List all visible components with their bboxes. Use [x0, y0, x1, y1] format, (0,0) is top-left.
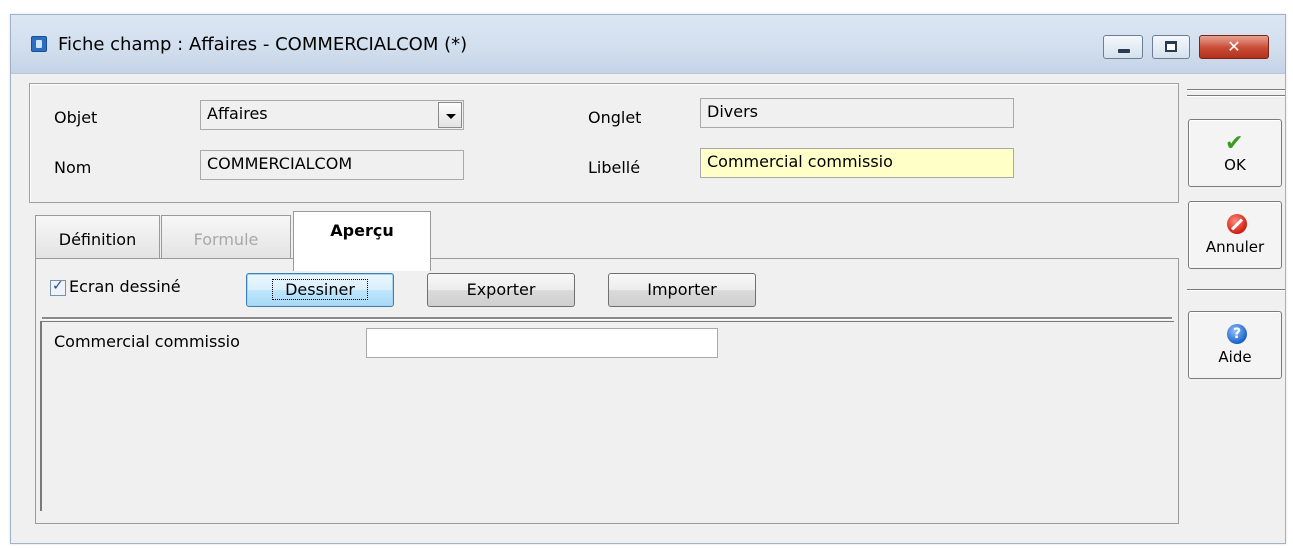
libelle-value: Commercial commissio [707, 152, 893, 171]
side-divider-middle [1187, 289, 1285, 291]
tab-apercu[interactable]: Aperçu [293, 211, 431, 271]
side-divider-top [1187, 89, 1285, 91]
aide-button[interactable]: ? Aide [1188, 311, 1282, 379]
checkbox-box[interactable]: ✓ [50, 278, 66, 296]
annuler-button[interactable]: Annuler [1188, 201, 1282, 269]
dessiner-button[interactable]: Dessiner [246, 273, 394, 307]
preview-field-input[interactable] [366, 328, 718, 358]
app-icon [31, 36, 47, 52]
exporter-button[interactable]: Exporter [427, 273, 575, 307]
field-properties-panel: Objet Affaires Onglet Divers Nom COMMERC… [29, 83, 1179, 203]
minimize-button[interactable] [1103, 35, 1143, 59]
preview-area: Commercial commissio [40, 321, 1174, 511]
importer-button[interactable]: Importer [608, 273, 756, 307]
minimize-icon [1118, 49, 1130, 53]
libelle-label: Libellé [588, 158, 641, 177]
dessiner-label: Dessiner [272, 279, 368, 300]
onglet-label: Onglet [588, 108, 642, 127]
checkbox-label: Ecran dessiné [69, 277, 181, 296]
stop-icon [1227, 214, 1247, 234]
nom-label: Nom [54, 158, 92, 177]
tab-definition[interactable]: Définition [35, 215, 160, 259]
maximize-icon [1165, 41, 1177, 52]
annuler-label: Annuler [1205, 238, 1265, 256]
nom-field[interactable]: COMMERCIALCOM [200, 150, 464, 180]
libelle-field[interactable]: Commercial commissio [700, 148, 1014, 178]
toolbar-divider [42, 317, 1172, 320]
close-button[interactable]: ✕ [1199, 35, 1269, 59]
tab-formule: Formule [161, 215, 291, 259]
apercu-tab-panel: ✓ Ecran dessiné Dessiner Exporter Import… [35, 258, 1179, 524]
title-bar[interactable]: Fiche champ : Affaires - COMMERCIALCOM (… [11, 15, 1285, 74]
objet-label: Objet [54, 108, 98, 127]
maximize-button[interactable] [1152, 35, 1190, 59]
checkmark-icon: ✔ [1225, 131, 1244, 156]
help-icon: ? [1227, 324, 1247, 344]
objet-value: Affaires [207, 104, 268, 123]
checkmark-icon: ✓ [52, 278, 64, 294]
objet-dropdown[interactable]: Affaires [200, 100, 464, 130]
close-icon: ✕ [1227, 37, 1241, 56]
onglet-field[interactable]: Divers [700, 98, 1014, 128]
side-divider-top-2 [1187, 95, 1285, 97]
chevron-down-icon[interactable] [438, 102, 462, 128]
ok-button[interactable]: ✔ OK [1188, 119, 1282, 187]
preview-field-label: Commercial commissio [54, 332, 240, 351]
nom-value: COMMERCIALCOM [207, 154, 353, 173]
window-title: Fiche champ : Affaires - COMMERCIALCOM (… [58, 34, 468, 55]
onglet-value: Divers [707, 102, 758, 121]
aide-label: Aide [1218, 348, 1252, 366]
ok-label: OK [1224, 156, 1246, 174]
dialog-window: Fiche champ : Affaires - COMMERCIALCOM (… [10, 14, 1286, 544]
